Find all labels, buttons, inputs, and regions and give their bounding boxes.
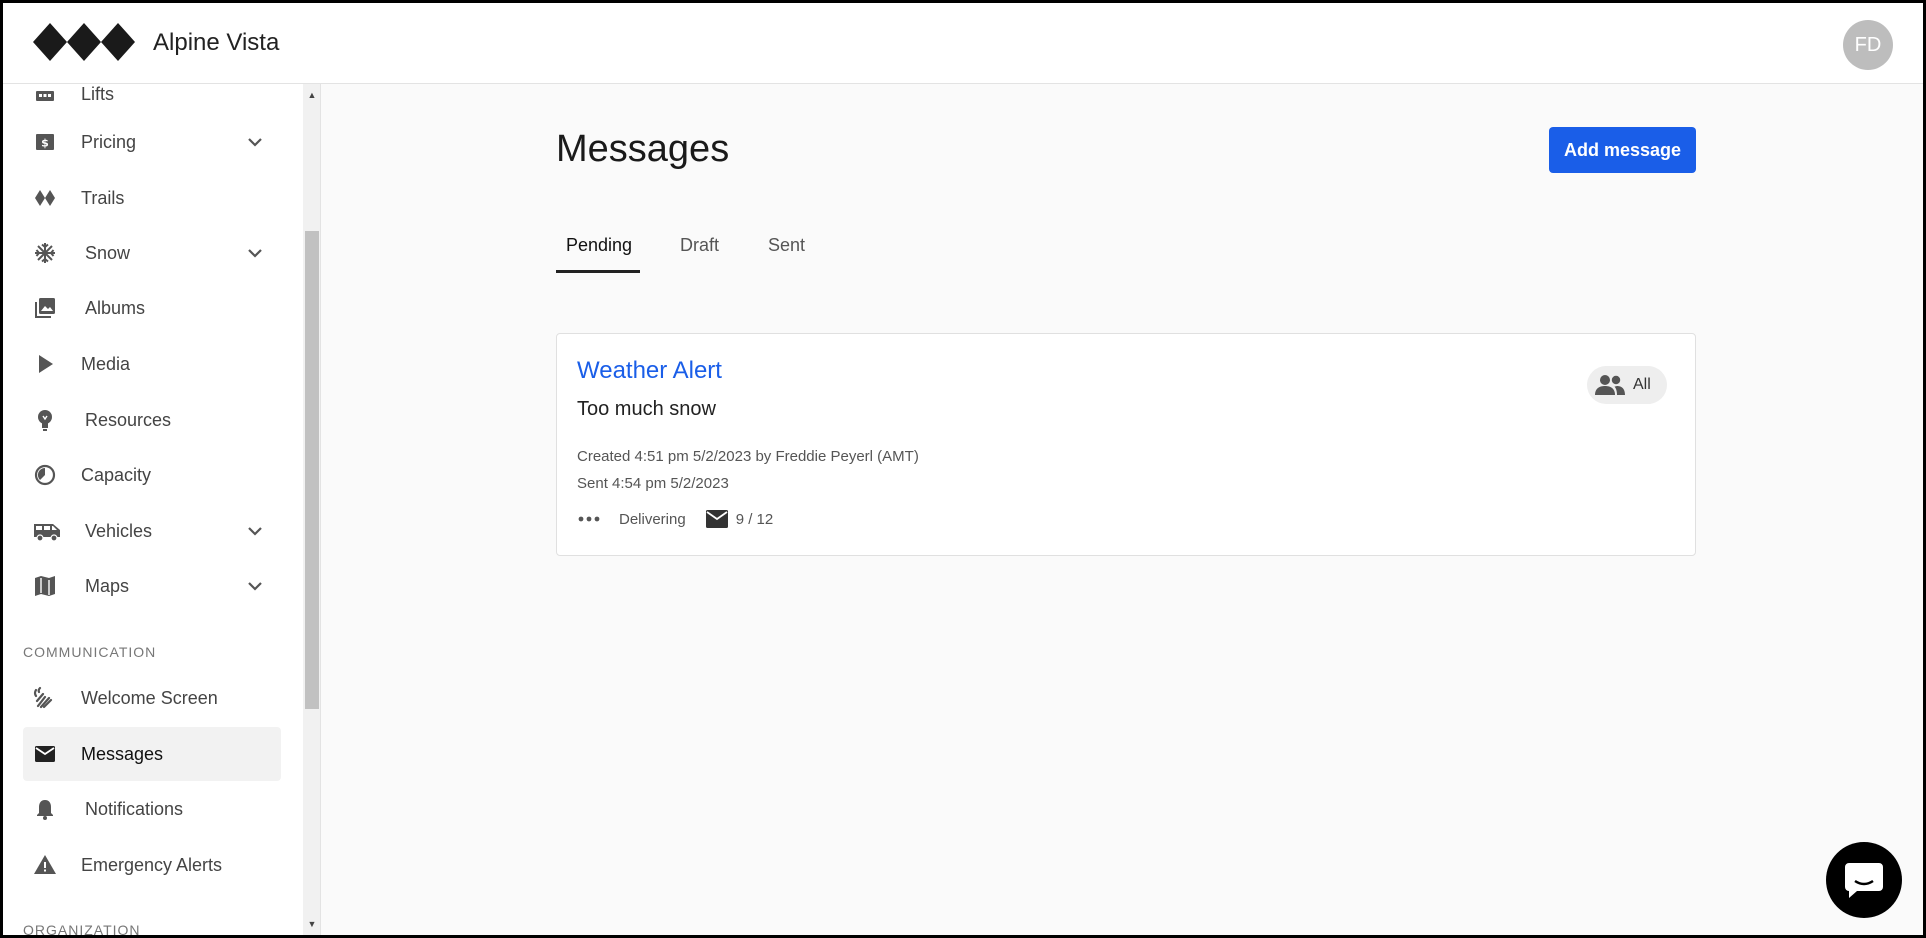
sidebar-item-label: Resources xyxy=(85,410,172,430)
snowflake-icon xyxy=(33,241,57,265)
section-label-communication: COMMUNICATION xyxy=(23,644,157,660)
sidebar-item-notifications[interactable]: Notifications xyxy=(23,782,281,836)
photo-album-icon xyxy=(33,296,57,320)
sidebar-item-label: Snow xyxy=(85,243,131,263)
sidebar-item-label: Media xyxy=(81,354,131,374)
message-title[interactable]: Weather Alert xyxy=(577,357,722,385)
sidebar-item-label: Welcome Screen xyxy=(81,688,218,708)
sidebar-item-emergency-alerts[interactable]: Emergency Alerts xyxy=(23,838,281,892)
svg-text:$: $ xyxy=(41,137,49,150)
wave-icon xyxy=(33,686,57,710)
sidebar-item-vehicles[interactable]: Vehicles xyxy=(23,504,281,558)
sidebar-item-label: Capacity xyxy=(81,465,152,485)
dollar-icon: $ xyxy=(33,130,57,154)
sidebar-item-label: Trails xyxy=(81,188,125,208)
message-card[interactable]: Weather Alert Too much snow Created 4:51… xyxy=(556,333,1696,556)
alpine-vista-logo[interactable] xyxy=(33,23,135,61)
more-horiz-icon xyxy=(578,516,600,522)
app-window: Alpine Vista FD Lifts $ Pricing Trails S… xyxy=(3,3,1923,935)
sidebar-item-label: Lifts xyxy=(81,84,115,104)
scrollbar-thumb[interactable] xyxy=(305,231,319,709)
gauge-icon xyxy=(33,463,57,487)
audience-label: All xyxy=(1633,376,1651,393)
message-sent-info: Sent 4:54 pm 5/2/2023 xyxy=(577,475,729,492)
sidebar-item-label: Notifications xyxy=(85,799,184,819)
mail-icon xyxy=(705,510,728,528)
audience-chip: All xyxy=(1587,366,1667,404)
message-created-info: Created 4:51 pm 5/2/2023 by Freddie Peye… xyxy=(577,448,919,465)
warning-icon xyxy=(33,853,57,877)
sidebar-item-welcome-screen[interactable]: Welcome Screen xyxy=(23,671,281,725)
sidebar-item-label: Vehicles xyxy=(85,521,153,541)
tab-draft[interactable]: Draft xyxy=(680,235,719,275)
lift-icon xyxy=(33,84,57,106)
chevron-down-icon[interactable] xyxy=(245,576,265,596)
sidebar-item-trails[interactable]: Trails xyxy=(23,171,281,225)
active-tab-indicator xyxy=(556,270,640,273)
delivery-status-row: Delivering 9 / 12 xyxy=(577,510,773,528)
sidebar-item-label: Messages xyxy=(81,744,164,764)
chat-bubble-icon xyxy=(1845,863,1883,898)
tab-pending[interactable]: Pending xyxy=(566,235,632,275)
chat-support-button[interactable] xyxy=(1826,842,1902,918)
top-header: Alpine Vista FD xyxy=(3,3,1923,84)
brand-name: Alpine Vista xyxy=(153,29,280,56)
chevron-down-icon[interactable] xyxy=(245,521,265,541)
delivery-count: 9 / 12 xyxy=(735,510,774,528)
sidebar-item-label: Albums xyxy=(85,298,146,318)
bus-icon xyxy=(33,519,61,543)
chevron-down-icon[interactable] xyxy=(245,243,265,263)
sidebar: Lifts $ Pricing Trails Snow Albums Media… xyxy=(3,84,321,935)
chevron-down-icon[interactable] xyxy=(245,132,265,152)
map-icon xyxy=(33,574,57,598)
delivery-status: Delivering xyxy=(619,510,686,528)
sidebar-item-maps[interactable]: Maps xyxy=(23,559,281,613)
lightbulb-icon xyxy=(33,408,57,432)
trail-icon xyxy=(33,186,57,210)
group-icon xyxy=(1595,375,1625,395)
bell-icon xyxy=(33,797,57,821)
message-body: Too much snow xyxy=(577,398,716,420)
sidebar-item-messages[interactable]: Messages xyxy=(23,727,281,781)
user-avatar[interactable]: FD xyxy=(1843,20,1893,70)
play-icon xyxy=(33,352,57,376)
sidebar-item-pricing[interactable]: $ Pricing xyxy=(23,115,281,169)
add-message-button[interactable]: Add message xyxy=(1549,127,1696,173)
section-label-organization: ORGANIZATION xyxy=(23,922,141,935)
sidebar-item-resources[interactable]: Resources xyxy=(23,393,281,447)
sidebar-item-label: Maps xyxy=(85,576,130,596)
sidebar-item-capacity[interactable]: Capacity xyxy=(23,448,281,502)
sidebar-item-snow[interactable]: Snow xyxy=(23,226,281,280)
page-title: Messages xyxy=(556,128,730,170)
sidebar-item-label: Pricing xyxy=(81,132,137,152)
mail-icon xyxy=(33,742,57,766)
scroll-up-arrow-icon[interactable]: ▲ xyxy=(307,90,317,100)
sidebar-item-label: Emergency Alerts xyxy=(81,855,223,875)
tab-sent[interactable]: Sent xyxy=(768,235,805,275)
sidebar-item-media[interactable]: Media xyxy=(23,337,281,391)
sidebar-item-albums[interactable]: Albums xyxy=(23,281,281,335)
scroll-down-arrow-icon[interactable]: ▼ xyxy=(307,919,317,929)
sidebar-scrollbar[interactable]: ▲ ▼ xyxy=(303,84,320,935)
